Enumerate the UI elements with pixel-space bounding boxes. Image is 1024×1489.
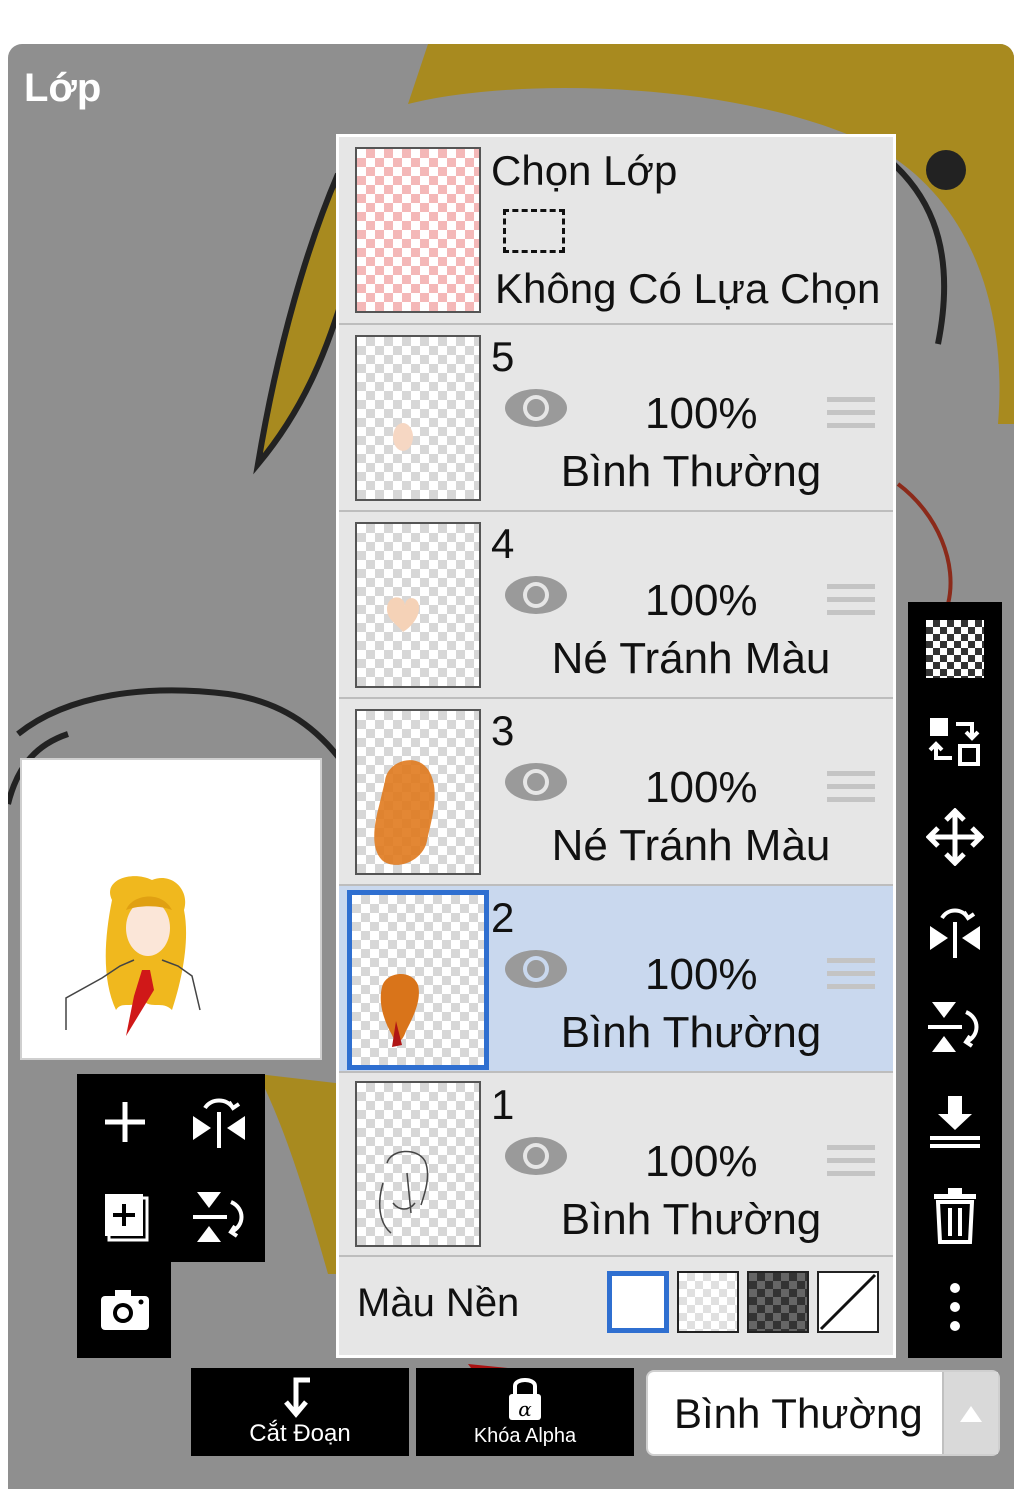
right-toolbar bbox=[908, 602, 1002, 1358]
move-icon[interactable] bbox=[926, 808, 984, 866]
layer-list: Chọn Lớp Không Có Lựa Chọn 5 100% Bình T… bbox=[336, 134, 896, 1358]
preview-artwork bbox=[65, 876, 201, 1036]
layer-blend-mode: Bình Thường bbox=[560, 447, 822, 496]
dropdown-arrow-box[interactable] bbox=[942, 1372, 998, 1454]
visibility-eye-icon[interactable] bbox=[503, 385, 569, 431]
alpha-lock-button[interactable]: α Khóa Alpha bbox=[416, 1368, 634, 1456]
blend-mode-select[interactable]: Bình Thường bbox=[646, 1370, 1000, 1456]
canvas-preview[interactable] bbox=[20, 758, 322, 1060]
alpha-lock-label: Khóa Alpha bbox=[473, 1425, 577, 1447]
layer-4-art bbox=[387, 597, 420, 632]
more-vertical-icon[interactable] bbox=[926, 1278, 984, 1336]
layer-name: 5 bbox=[491, 333, 515, 380]
layer-3-art bbox=[374, 760, 435, 865]
bg-light-checker-swatch[interactable] bbox=[677, 1271, 739, 1333]
flip-vertical-icon[interactable] bbox=[189, 1186, 249, 1246]
layer-name: 4 bbox=[491, 520, 515, 567]
bg-none-swatch[interactable] bbox=[817, 1271, 879, 1333]
layer-2-art bbox=[380, 973, 419, 1047]
selection-thumbnail bbox=[355, 147, 481, 313]
selection-status: Không Có Lựa Chọn bbox=[495, 265, 881, 312]
layer-name: 2 bbox=[491, 894, 515, 941]
layer-thumbnail bbox=[355, 522, 481, 688]
layer-blend-mode: Bình Thường bbox=[560, 1008, 822, 1057]
layer-thumbnail bbox=[355, 709, 481, 875]
layer-row[interactable]: 3 100% Né Tránh Màu bbox=[339, 699, 893, 886]
layer-opacity: 100% bbox=[645, 950, 758, 999]
merge-down-icon[interactable] bbox=[926, 1092, 984, 1150]
visibility-eye-icon[interactable] bbox=[503, 946, 569, 992]
layer-blend-mode: Né Tránh Màu bbox=[551, 821, 831, 870]
layer-name: 3 bbox=[491, 707, 515, 754]
selection-layer-row[interactable]: Chọn Lớp Không Có Lựa Chọn bbox=[339, 137, 893, 325]
layer-5-art bbox=[393, 423, 413, 451]
layer-name: 1 bbox=[491, 1081, 515, 1128]
bg-white-swatch[interactable] bbox=[607, 1271, 669, 1333]
add-layer-icon[interactable] bbox=[95, 1092, 155, 1152]
chevron-up-icon bbox=[960, 1406, 982, 1422]
layer-thumbnail bbox=[355, 1081, 481, 1247]
clip-button[interactable]: Cắt Đoạn bbox=[191, 1368, 409, 1456]
layer-row[interactable]: 5 100% Bình Thường bbox=[339, 325, 893, 512]
selection-layer-name: Chọn Lớp bbox=[491, 147, 678, 194]
layer-row-selected[interactable]: 2 100% Bình Thường bbox=[339, 886, 893, 1073]
transparent-checker-icon[interactable] bbox=[926, 620, 984, 678]
add-copy-layer-icon[interactable] bbox=[95, 1186, 155, 1246]
layer-1-art bbox=[378, 1150, 429, 1234]
layer-opacity: 100% bbox=[645, 389, 758, 438]
layer-row[interactable]: 1 100% Bình Thường bbox=[339, 1073, 893, 1257]
visibility-eye-icon[interactable] bbox=[503, 759, 569, 805]
trash-icon[interactable] bbox=[926, 1186, 984, 1244]
svg-text:α: α bbox=[518, 1397, 532, 1421]
visibility-eye-icon[interactable] bbox=[503, 1133, 569, 1179]
clip-label: Cắt Đoạn bbox=[249, 1420, 351, 1447]
drag-handle-icon[interactable] bbox=[827, 771, 875, 811]
slash-icon bbox=[819, 1273, 877, 1331]
drag-handle-icon[interactable] bbox=[827, 1145, 875, 1185]
layer-blend-mode: Bình Thường bbox=[560, 1195, 822, 1244]
flip-horizontal-icon[interactable] bbox=[926, 904, 984, 962]
layer-opacity: 100% bbox=[645, 763, 758, 812]
selection-marquee-icon bbox=[503, 209, 565, 253]
layer-thumbnail bbox=[347, 890, 489, 1070]
panel-title: Lớp bbox=[24, 66, 102, 110]
flip-vertical-icon[interactable] bbox=[926, 998, 984, 1056]
layer-blend-mode: Né Tránh Màu bbox=[551, 634, 831, 683]
lock-icon: α bbox=[509, 1378, 541, 1421]
blend-mode-value: Bình Thường bbox=[674, 1390, 923, 1437]
layer-row[interactable]: 4 100% Né Tránh Màu bbox=[339, 512, 893, 699]
visibility-eye-icon[interactable] bbox=[503, 572, 569, 618]
drag-handle-icon[interactable] bbox=[827, 958, 875, 998]
flip-horizontal-icon[interactable] bbox=[189, 1092, 249, 1152]
clip-arrow-icon bbox=[284, 1377, 310, 1418]
background-label: Màu Nền bbox=[357, 1281, 520, 1325]
bg-dark-checker-swatch[interactable] bbox=[747, 1271, 809, 1333]
layer-opacity: 100% bbox=[645, 1137, 758, 1186]
drag-handle-icon[interactable] bbox=[827, 397, 875, 437]
swap-layer-icon[interactable] bbox=[926, 712, 984, 770]
layer-opacity: 100% bbox=[645, 576, 758, 625]
camera-icon[interactable] bbox=[95, 1280, 155, 1340]
drag-handle-icon[interactable] bbox=[827, 584, 875, 624]
layer-thumbnail bbox=[355, 335, 481, 501]
background-color-row: Màu Nền bbox=[339, 1257, 893, 1355]
